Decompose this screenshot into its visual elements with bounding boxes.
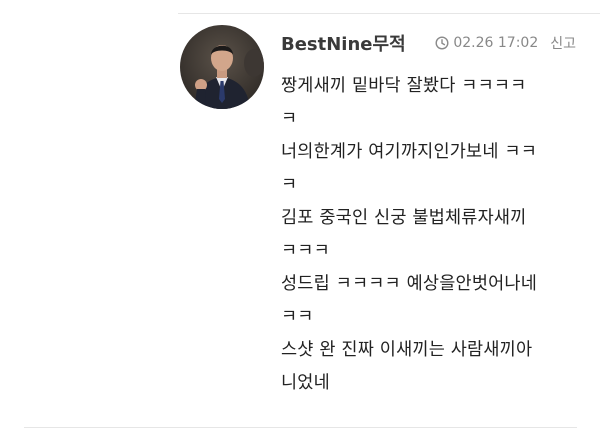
comment-line: 너의한계가 여기까지인가보네 ㅋㅋ: [281, 142, 538, 162]
comment-line: ㅋㅋㅋ: [281, 241, 330, 261]
user-avatar-photo-icon: [180, 25, 264, 109]
comment-timestamp: 02.26 17:02: [453, 35, 539, 51]
comment-header: BestNine무적 02.26 17:02 신고: [281, 30, 576, 56]
top-divider: [178, 13, 600, 14]
comment-line: 김포 중국인 신궁 불법체류자새끼: [281, 208, 527, 228]
bottom-divider: [24, 427, 577, 428]
avatar[interactable]: [180, 25, 264, 109]
comment-line: ㅋ: [281, 175, 298, 195]
comment-body: 짱게새끼 밑바닥 잘봤다 ㅋㅋㅋㅋ ㅋ 너의한계가 여기까지인가보네 ㅋㅋ ㅋ …: [281, 70, 571, 400]
clock-icon: [435, 36, 449, 50]
comment-line: 니었네: [281, 373, 330, 393]
comment-line: 짱게새끼 밑바닥 잘봤다 ㅋㅋㅋㅋ: [281, 76, 527, 96]
comment-meta: 02.26 17:02 신고: [435, 33, 576, 53]
comment-line: 스샷 완 진짜 이새끼는 사람새끼아: [281, 340, 533, 360]
author-name[interactable]: BestNine무적: [281, 30, 406, 56]
comment-line: ㅋㅋ: [281, 307, 314, 327]
comment-line: ㅋ: [281, 109, 298, 129]
comment-line: 성드립 ㅋㅋㅋㅋ 예상을안벗어나네: [281, 274, 538, 294]
report-button[interactable]: 신고: [550, 33, 576, 53]
